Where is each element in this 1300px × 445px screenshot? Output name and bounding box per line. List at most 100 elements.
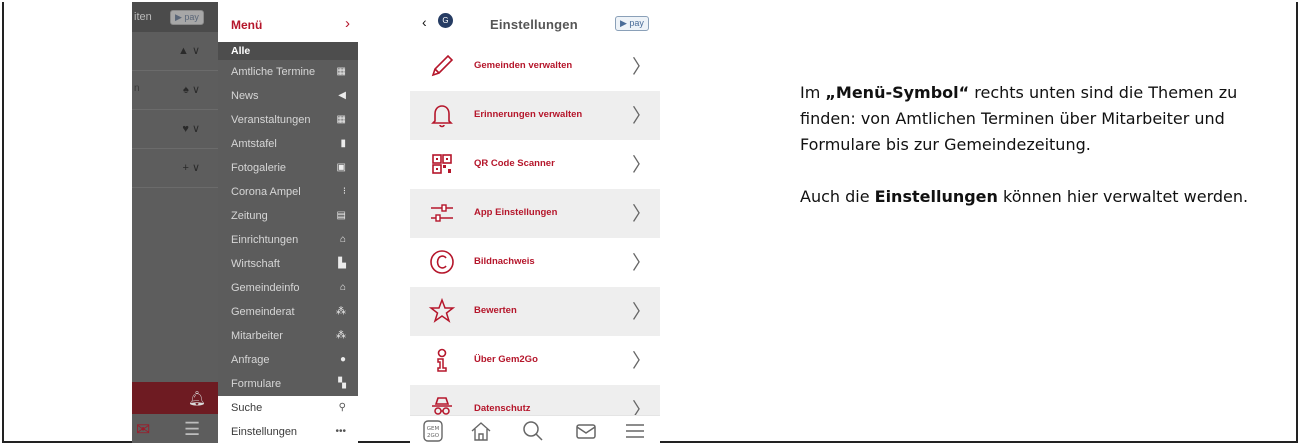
settings-title: Einstellungen [490,17,578,32]
menu-item-gemeinderat[interactable]: Gemeinderat ⁂ [218,300,358,324]
menu-item-label: Einrichtungen [231,234,299,246]
menu-item-label: Zeitung [231,210,268,222]
building-icon: ⌂ [339,234,346,245]
menu-item-label: Anfrage [231,354,270,366]
home-row[interactable]: n ♠ ∨ [132,71,218,110]
menu-item-label: Suche [231,402,263,414]
mail-icon[interactable] [575,420,597,442]
pin-dropdown-icon: ♥ ∨ [182,123,200,135]
settings-item-label: QR Code Scanner [474,158,555,169]
settings-item-label: Bewerten [474,305,517,316]
menu-item-zeitung[interactable]: Zeitung ▤ [218,204,358,228]
menu-item-label: Einstellungen [231,426,298,438]
settings-item-app-einstellungen[interactable]: App Einstellungen 〉 [410,189,660,238]
settings-item-label: Bildnachweis [474,256,535,267]
star-icon [428,297,456,323]
menu-item-label: Corona Ampel [231,186,301,198]
menu-item-label: Amtliche Termine [231,66,316,78]
sliders-icon [431,204,453,222]
home-row[interactable]: ♥ ∨ [132,110,218,149]
chevron-right-icon: 〉 [632,253,652,274]
menu-item-fotogalerie[interactable]: Fotogalerie ▣ [218,156,358,180]
municipality-avatar[interactable]: G [438,13,453,28]
users-icon: ⁂ [336,330,346,341]
newspaper-icon: ▤ [336,210,346,221]
description-paragraph-1: Im „Menü-Symbol“ rechts unten sind die T… [800,83,1238,154]
images-icon: ▣ [336,162,346,173]
settings-item-bewerten[interactable]: Bewerten 〉 [410,287,660,336]
settings-item-qr-code-scanner[interactable]: QR Code Scanner 〉 [410,140,660,189]
settings-screen: ‹ G Einstellungen ▶ pay Gemeinden verwal… [410,2,660,443]
settings-item-erinnerungen-verwalten[interactable]: Erinnerungen verwalten 〉 [410,91,660,140]
menu-items: Amtliche Termine ▦ News ◀ Veranstaltungen ▦… [218,60,358,443]
menu-icon[interactable]: ☰ [184,419,200,440]
settings-item-label: App Einstellungen [474,207,558,218]
description-paragraph-2: Auch die Einstellungen können hier verwa… [800,187,1249,206]
gem2go-logo-icon[interactable]: GEM 2GO [423,420,443,442]
settings-item-bildnachweis[interactable]: Bildnachweis 〉 [410,238,660,287]
menu-item-label: Gemeinderat [231,306,295,318]
menu-item-label: Wirtschaft [231,258,280,270]
plus-dropdown-icon: + ∨ [182,162,200,174]
megaphone-icon: ◀ [338,90,346,101]
settings-item-label: Gemeinden verwalten [474,60,573,71]
folder-dropdown-icon: ▲ ∨ [178,45,200,57]
cut-label: iten [134,11,152,23]
traffic-light-icon: ⁝ [342,186,346,197]
pencil-icon [431,54,454,77]
tab-bar: GEM 2GO [410,415,660,443]
settings-item-label: Über Gem2Go [474,354,538,365]
menu-item-label: Formulare [231,378,282,390]
menu-item-einstellungen[interactable]: Einstellungen ••• [218,420,358,443]
settings-item-label: Datenschutz [474,403,531,414]
menu-section-alle[interactable]: Alle [218,42,358,60]
menu-item-suche[interactable]: Suche ⚲ [218,396,358,420]
menu-item-mitarbeiter[interactable]: Mitarbeiter ⁂ [218,324,358,348]
menu-icon[interactable] [624,420,646,442]
menu-item-label: Mitarbeiter [231,330,283,342]
comments-icon: ● [339,354,346,365]
menu-item-news[interactable]: News ◀ [218,84,358,108]
home-row[interactable]: ▲ ∨ [132,32,218,71]
menu-item-label: Fotogalerie [231,162,287,174]
back-arrow-icon[interactable]: ‹ [422,14,427,30]
menu-item-wirtschaft[interactable]: Wirtschaft ▙ [218,252,358,276]
settings-item-label: Erinnerungen verwalten [474,109,583,120]
clipboard-icon: ▮ [340,138,346,149]
home-row[interactable]: + ∨ [132,149,218,188]
logo-text-top: GEM [427,426,440,432]
chevron-right-icon[interactable]: › [345,15,350,32]
menu-item-label: Veranstaltungen [231,114,311,126]
calendar-grid-icon: ▦ [336,114,346,125]
bell-icon[interactable]: 🔔︎ [188,390,206,407]
more-icon: ••• [335,426,346,437]
bell-dropdown-icon: ♠ ∨ [183,84,200,96]
industry-icon: ▙ [338,258,346,269]
settings-item-ueber-gem2go[interactable]: Über Gem2Go 〉 [410,336,660,385]
menu-item-einrichtungen[interactable]: Einrichtungen ⌂ [218,228,358,252]
menu-item-amtstafel[interactable]: Amtstafel ▮ [218,132,358,156]
pay-badge[interactable]: ▶ pay [170,10,204,25]
chevron-right-icon: 〉 [632,106,652,127]
settings-item-gemeinden-verwalten[interactable]: Gemeinden verwalten 〉 [410,42,660,91]
chevron-right-icon: 〉 [632,204,652,225]
menu-item-formulare[interactable]: Formulare ▚ [218,372,358,396]
settings-header: ‹ G Einstellungen ▶ pay [410,2,660,42]
menu-item-amtliche-termine[interactable]: Amtliche Termine ▦ [218,60,358,84]
chevron-right-icon: 〉 [632,351,652,372]
home-icon[interactable] [470,420,492,442]
bell-icon [431,105,453,128]
mail-icon[interactable]: ✉ [136,420,150,440]
qr-code-icon [432,154,452,174]
menu-item-gemeindeinfo[interactable]: Gemeindeinfo ⌂ [218,276,358,300]
building-icon: ⌂ [339,282,346,293]
menu-item-anfrage[interactable]: Anfrage ● [218,348,358,372]
pay-badge[interactable]: ▶ pay [615,16,649,31]
search-icon: ⚲ [338,402,346,413]
menu-item-veranstaltungen[interactable]: Veranstaltungen ▦ [218,108,358,132]
menu-item-corona-ampel[interactable]: Corona Ampel ⁝ [218,180,358,204]
chevron-right-icon: 〉 [632,155,652,176]
search-icon[interactable] [522,420,544,442]
menu-item-label: Amtstafel [231,138,277,150]
menu-item-label: News [231,90,259,102]
